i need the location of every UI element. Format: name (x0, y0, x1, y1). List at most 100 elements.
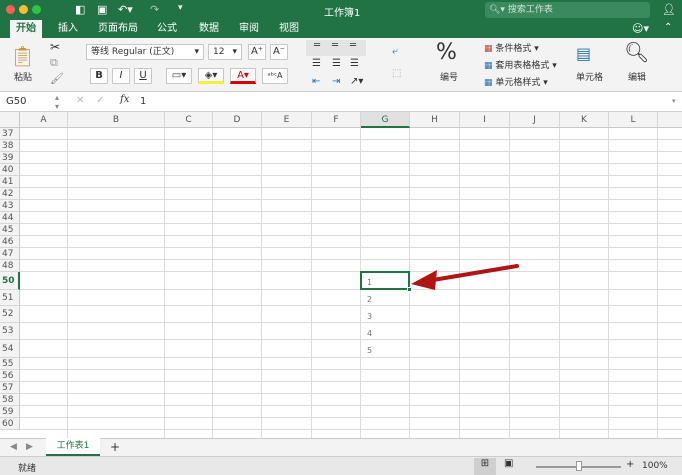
underline-button[interactable]: U (134, 68, 152, 84)
zoom-in-icon[interactable]: + (626, 459, 634, 470)
expand-formula-icon[interactable]: ▾ (672, 97, 676, 105)
column-header-B[interactable]: B (68, 112, 165, 128)
row-header-50[interactable]: 50 (0, 272, 20, 290)
undo-icon[interactable]: ↶▾ (118, 3, 133, 16)
page-layout-view-icon[interactable]: ▣ (504, 458, 513, 469)
tab-page-layout[interactable]: 页面布局 (92, 20, 144, 38)
format-as-table-button[interactable]: ▦ 套用表格格式 ▾ (484, 58, 557, 71)
tab-data[interactable]: 数据 (193, 20, 225, 38)
sidebar-toggle-icon[interactable]: ◧ (75, 3, 85, 16)
tab-home[interactable]: 开始 (10, 20, 42, 38)
row-header-52[interactable]: 52 (0, 306, 20, 323)
font-name-select[interactable]: 等线 Regular (正文) ▾ (86, 44, 204, 60)
find-icon[interactable]: 🔍︎ (624, 40, 649, 64)
maximize-window-button[interactable] (32, 5, 41, 14)
name-box-stepper-icon[interactable]: ▴ ▾ (55, 93, 59, 111)
row-header-53[interactable]: 53 (0, 323, 20, 340)
cell-G52[interactable]: 3 (361, 306, 410, 323)
cells-icon[interactable]: ▤ (576, 44, 591, 63)
row-header-37[interactable]: 37 (0, 128, 20, 140)
copy-icon[interactable]: ⧉ (50, 56, 58, 70)
row-header-56[interactable]: 56 (0, 370, 20, 382)
row-header-39[interactable]: 39 (0, 152, 20, 164)
enter-icon[interactable]: ✓ (96, 95, 104, 106)
column-header-C[interactable]: C (165, 112, 213, 128)
row-header-60[interactable]: 60 (0, 418, 20, 430)
column-header-M[interactable] (658, 112, 682, 128)
align-right-icon[interactable]: ☰ (350, 58, 359, 69)
cell-styles-button[interactable]: ▦ 单元格样式 ▾ (484, 75, 548, 88)
wrap-text-icon[interactable]: ⤶ (392, 46, 398, 57)
select-all-corner[interactable] (0, 112, 20, 128)
function-icon[interactable]: fx (120, 94, 129, 105)
column-header-A[interactable]: A (20, 112, 68, 128)
align-bottom-icon[interactable]: ═ (350, 40, 356, 51)
column-header-E[interactable]: E (262, 112, 312, 128)
font-size-select[interactable]: 12 ▾ (208, 44, 242, 60)
row-header-58[interactable]: 58 (0, 394, 20, 406)
italic-button[interactable]: I (112, 68, 130, 84)
cell-G53[interactable]: 4 (361, 323, 410, 340)
sheet-tab-1[interactable]: 工作表1 (46, 438, 100, 456)
align-middle-icon[interactable]: ═ (332, 40, 338, 51)
align-center-icon[interactable]: ☰ (332, 58, 341, 69)
row-header-41[interactable]: 41 (0, 176, 20, 188)
row-header-51[interactable]: 51 (0, 290, 20, 306)
sheet-prev-icon[interactable]: ◀ (10, 442, 17, 452)
column-header-L[interactable]: L (609, 112, 658, 128)
row-header-48[interactable]: 48 (0, 260, 20, 272)
tab-review[interactable]: 审阅 (233, 20, 265, 38)
cell-G54[interactable]: 5 (361, 340, 410, 358)
column-header-G[interactable]: G (361, 112, 410, 128)
row-header-38[interactable]: 38 (0, 140, 20, 152)
collapse-ribbon-icon[interactable]: ⌃ (664, 22, 672, 33)
conditional-format-button[interactable]: ▦ 条件格式 ▾ (484, 41, 539, 54)
normal-view-icon[interactable]: ⊞ (474, 458, 496, 475)
column-header-F[interactable]: F (312, 112, 361, 128)
font-color-button[interactable]: A▾ (230, 68, 256, 84)
row-header-47[interactable]: 47 (0, 248, 20, 260)
bold-button[interactable]: B (90, 68, 108, 84)
column-header-D[interactable]: D (213, 112, 262, 128)
row-header-43[interactable]: 43 (0, 200, 20, 212)
increase-font-button[interactable]: A⁺ (248, 44, 266, 60)
decrease-indent-icon[interactable]: ⇤ (312, 76, 320, 87)
format-painter-icon[interactable]: 🖌︎ (50, 72, 64, 85)
align-top-icon[interactable]: ═ (314, 40, 320, 51)
row-header-55[interactable]: 55 (0, 358, 20, 370)
search-input[interactable]: 🔍︎▾ 搜索工作表 (485, 2, 650, 18)
merge-cells-icon[interactable]: ⬚ (392, 68, 401, 79)
tab-formulas[interactable]: 公式 (151, 20, 183, 38)
align-left-icon[interactable]: ☰ (312, 58, 321, 69)
spreadsheet-grid[interactable]: A B C D E F G H I J K L 37 38 39 40 41 42 43 44 45 46 47 48 50 51… (0, 112, 682, 438)
tab-view[interactable]: 视图 (273, 20, 305, 38)
row-header-57[interactable]: 57 (0, 382, 20, 394)
column-header-J[interactable]: J (510, 112, 560, 128)
minimize-window-button[interactable] (19, 5, 28, 14)
feedback-smiley-icon[interactable]: ☺▾ (632, 22, 649, 35)
row-header-59[interactable]: 59 (0, 406, 20, 418)
increase-indent-icon[interactable]: ⇥ (332, 76, 340, 87)
column-header-K[interactable]: K (560, 112, 609, 128)
formula-input[interactable]: 1 (140, 96, 670, 107)
row-header-46[interactable]: 46 (0, 236, 20, 248)
customize-toolbar-icon[interactable]: ▾ (178, 3, 183, 13)
zoom-slider-thumb[interactable] (576, 461, 582, 471)
column-header-H[interactable]: H (410, 112, 460, 128)
paste-icon[interactable]: 📋︎ (10, 44, 35, 68)
percent-icon[interactable]: % (436, 40, 457, 65)
cut-icon[interactable]: ✂ (50, 40, 60, 54)
close-window-button[interactable] (6, 5, 15, 14)
sheet-next-icon[interactable]: ▶ (26, 442, 33, 452)
redo-icon[interactable]: ↷ (150, 3, 159, 16)
add-sheet-button[interactable]: + (110, 440, 120, 454)
cell-G51[interactable]: 2 (361, 290, 410, 306)
border-button[interactable]: ▭▾ (166, 68, 192, 84)
name-box[interactable]: G50 (6, 96, 26, 107)
decrease-font-button[interactable]: A⁻ (270, 44, 288, 60)
save-icon[interactable]: ▣ (97, 3, 107, 16)
tab-insert[interactable]: 插入 (52, 20, 84, 38)
row-header-54[interactable]: 54 (0, 340, 20, 358)
row-header-45[interactable]: 45 (0, 224, 20, 236)
row-header-42[interactable]: 42 (0, 188, 20, 200)
